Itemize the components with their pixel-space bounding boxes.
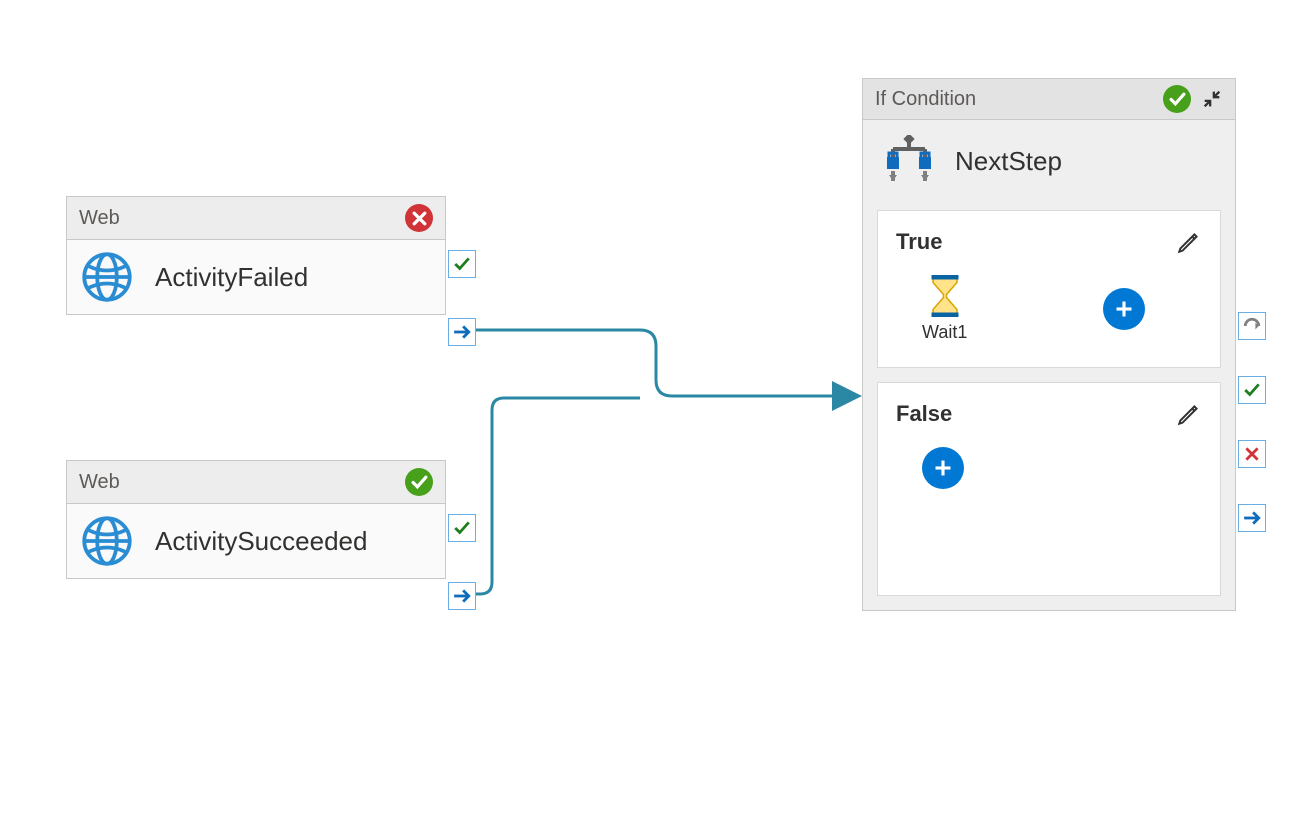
pipeline-canvas[interactable]: Web ActivityFailed Web <box>0 0 1314 818</box>
if-condition-name-row: NextStep <box>863 120 1235 202</box>
if-condition-icon <box>881 135 937 187</box>
collapse-icon[interactable] <box>1201 88 1223 110</box>
activity-failed-body: ActivityFailed <box>67 240 445 314</box>
status-failed-icon <box>405 204 433 232</box>
status-ok-icon <box>1163 85 1191 113</box>
activity-failed-header: Web <box>67 197 445 240</box>
true-branch-label: True <box>896 229 942 255</box>
if-condition-activity[interactable]: If Condition <box>862 78 1236 611</box>
edit-true-icon[interactable] <box>1176 229 1202 255</box>
activity-succeeded[interactable]: Web ActivitySucceeded <box>66 460 446 579</box>
status-ok-icon <box>405 468 433 496</box>
port-if-fail[interactable] <box>1238 440 1266 468</box>
true-branch[interactable]: True Wait1 <box>877 210 1221 368</box>
port-success-2[interactable] <box>448 514 476 542</box>
activity-succeeded-body: ActivitySucceeded <box>67 504 445 578</box>
if-condition-name: NextStep <box>955 146 1062 177</box>
activity-succeeded-header: Web <box>67 461 445 504</box>
activity-failed-name: ActivityFailed <box>155 262 308 293</box>
false-branch[interactable]: False <box>877 382 1221 596</box>
add-true-activity-button[interactable] <box>1103 288 1145 330</box>
port-completion-2[interactable] <box>448 582 476 610</box>
port-if-completion[interactable] <box>1238 504 1266 532</box>
globe-icon <box>81 515 133 567</box>
activity-failed[interactable]: Web ActivityFailed <box>66 196 446 315</box>
port-if-success[interactable] <box>1238 376 1266 404</box>
activity-succeeded-name: ActivitySucceeded <box>155 526 367 557</box>
edit-false-icon[interactable] <box>1176 401 1202 427</box>
activity-failed-type: Web <box>79 197 120 239</box>
wait-activity-name: Wait1 <box>922 322 967 343</box>
port-if-skip[interactable] <box>1238 312 1266 340</box>
globe-icon <box>81 251 133 303</box>
false-branch-label: False <box>896 401 952 427</box>
add-false-activity-button[interactable] <box>922 447 964 489</box>
port-success-1[interactable] <box>448 250 476 278</box>
if-condition-header: If Condition <box>863 79 1235 120</box>
port-completion-1[interactable] <box>448 318 476 346</box>
hourglass-icon <box>926 275 964 317</box>
activity-succeeded-type: Web <box>79 461 120 503</box>
if-condition-header-label: If Condition <box>875 79 976 119</box>
